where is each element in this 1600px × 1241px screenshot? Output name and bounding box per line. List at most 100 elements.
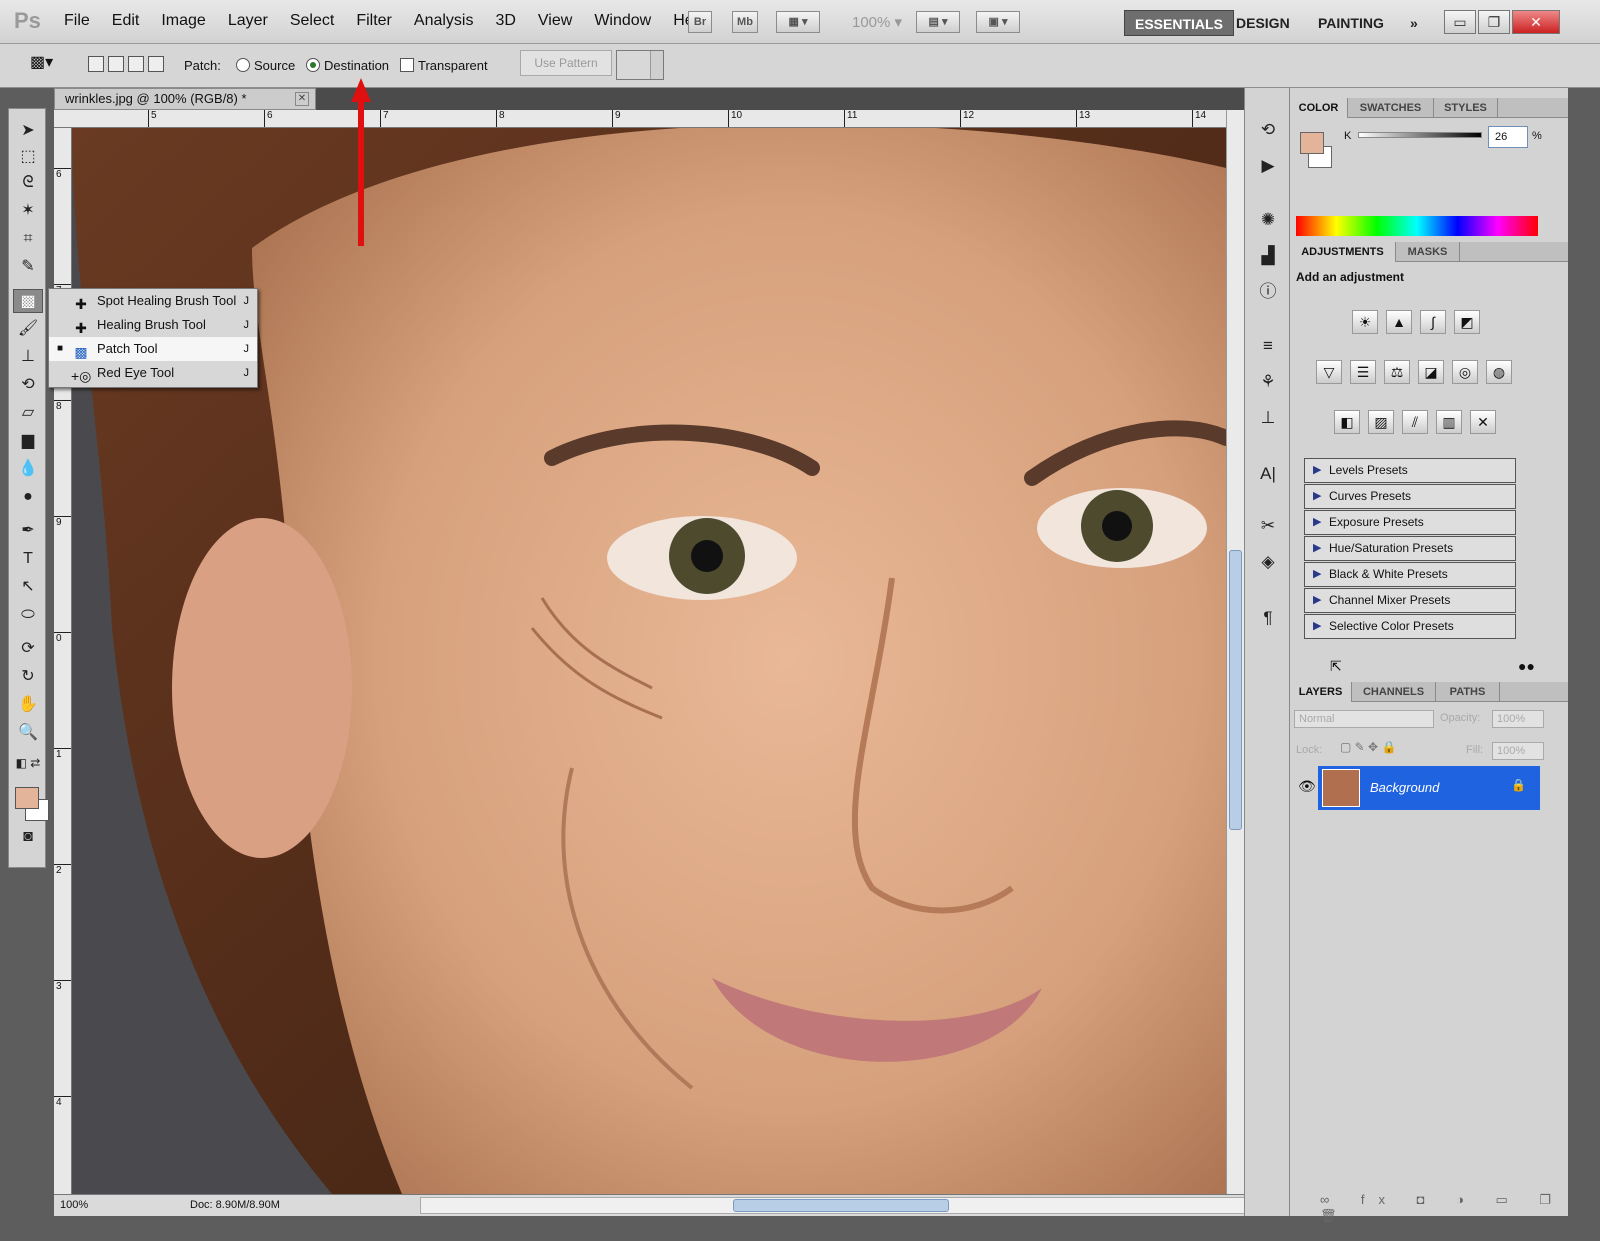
menu-image[interactable]: Image bbox=[161, 12, 205, 30]
info-icon[interactable]: ⓘ bbox=[1255, 280, 1281, 304]
levels-icon[interactable]: ▲ bbox=[1386, 310, 1412, 334]
adjustment-return-icon[interactable]: ⇱ bbox=[1330, 658, 1342, 675]
paragraph-icon[interactable]: ¶ bbox=[1255, 606, 1281, 630]
workspace-essentials[interactable]: ESSENTIALS bbox=[1124, 10, 1234, 36]
selective-color-icon[interactable]: ✕ bbox=[1470, 410, 1496, 434]
scrollbar-thumb[interactable] bbox=[1229, 550, 1242, 830]
menu-select[interactable]: Select bbox=[290, 12, 334, 30]
eye-icon[interactable]: 👁 bbox=[1298, 778, 1316, 795]
brush-tool-icon[interactable]: 🖌 bbox=[13, 317, 43, 341]
crop-tool-icon[interactable]: ⌗ bbox=[13, 227, 43, 251]
patch-tool-icon[interactable]: ▩ bbox=[13, 289, 43, 313]
3d-rotate-tool-icon[interactable]: ⟳ bbox=[13, 637, 43, 661]
path-selection-tool-icon[interactable]: ↖ bbox=[13, 575, 43, 599]
tool-presets-icon[interactable]: ✂ bbox=[1255, 514, 1281, 538]
adjustment-mask-icon[interactable]: ●● bbox=[1518, 658, 1535, 674]
posterize-icon[interactable]: ▨ bbox=[1368, 410, 1394, 434]
color-spectrum[interactable] bbox=[1296, 216, 1538, 236]
navigator-icon[interactable]: ✺ bbox=[1255, 208, 1281, 232]
arrange-documents-button[interactable]: ▤ ▾ bbox=[916, 11, 960, 33]
preset-levels[interactable]: ▶ Levels Presets bbox=[1304, 458, 1516, 483]
workspace-design[interactable]: DESIGN bbox=[1226, 10, 1300, 36]
restore-button[interactable]: ❐ bbox=[1478, 10, 1510, 34]
vertical-scrollbar[interactable] bbox=[1226, 110, 1244, 1194]
menu-layer[interactable]: Layer bbox=[228, 12, 268, 30]
menu-filter[interactable]: Filter bbox=[356, 12, 392, 30]
flyout-item-red-eye[interactable]: +◎ Red Eye Tool J bbox=[49, 361, 257, 385]
document-tab[interactable]: wrinkles.jpg @ 100% (RGB/8) * ✕ bbox=[54, 88, 316, 110]
dodge-tool-icon[interactable]: ● bbox=[13, 485, 43, 509]
quick-selection-tool-icon[interactable]: ✶ bbox=[13, 199, 43, 223]
tab-masks[interactable]: MASKS bbox=[1396, 242, 1460, 262]
fill-input[interactable]: 100% bbox=[1492, 742, 1544, 760]
pen-tool-icon[interactable]: ✒ bbox=[13, 519, 43, 543]
close-tab-icon[interactable]: ✕ bbox=[295, 92, 309, 106]
tab-channels[interactable]: CHANNELS bbox=[1352, 682, 1436, 702]
use-pattern-button[interactable]: Use Pattern bbox=[520, 50, 612, 76]
menu-analysis[interactable]: Analysis bbox=[414, 12, 474, 30]
preset-channel-mixer[interactable]: ▶ Channel Mixer Presets bbox=[1304, 588, 1516, 613]
photo-filter-icon[interactable]: ◎ bbox=[1452, 360, 1478, 384]
flyout-item-patch-tool[interactable]: ■ ▩ Patch Tool J bbox=[49, 337, 257, 361]
new-selection-button[interactable] bbox=[88, 56, 104, 72]
mini-bridge-button[interactable]: Mb bbox=[732, 11, 758, 33]
blend-mode-select[interactable]: Normal bbox=[1294, 710, 1434, 728]
pattern-picker[interactable] bbox=[616, 50, 664, 80]
type-tool-icon[interactable]: T bbox=[13, 547, 43, 571]
close-button[interactable]: ✕ bbox=[1512, 10, 1560, 34]
3d-orbit-tool-icon[interactable]: ↻ bbox=[13, 665, 43, 689]
minimize-button[interactable]: ▭ bbox=[1444, 10, 1476, 34]
bridge-button[interactable]: Br bbox=[688, 11, 712, 33]
destination-radio[interactable] bbox=[306, 58, 320, 72]
layer-footer-icons[interactable]: ∞ fx ◘ ◑ ▭ ❐ 🗑 bbox=[1320, 1192, 1568, 1224]
clone-stamp-tool-icon[interactable]: ⊥ bbox=[13, 345, 43, 369]
lasso-tool-icon[interactable]: ᘓ bbox=[13, 171, 43, 195]
tab-styles[interactable]: STYLES bbox=[1434, 98, 1498, 118]
blur-tool-icon[interactable]: 💧 bbox=[13, 457, 43, 481]
foreground-color-swatch[interactable] bbox=[1300, 132, 1324, 154]
preset-selective-color[interactable]: ▶ Selective Color Presets bbox=[1304, 614, 1516, 639]
character-icon[interactable]: A| bbox=[1255, 462, 1281, 486]
tab-layers[interactable]: LAYERS bbox=[1290, 682, 1352, 702]
menu-file[interactable]: File bbox=[64, 12, 90, 30]
histogram-icon[interactable]: ▟ bbox=[1255, 244, 1281, 268]
k-value-input[interactable]: 26 bbox=[1488, 126, 1528, 148]
brush-presets-icon[interactable]: ≡ bbox=[1255, 334, 1281, 358]
zoom-tool-icon[interactable]: 🔍 bbox=[13, 721, 43, 745]
intersect-selection-button[interactable] bbox=[148, 56, 164, 72]
gradient-tool-icon[interactable]: ▆ bbox=[13, 429, 43, 453]
channel-mixer-icon[interactable]: ◍ bbox=[1486, 360, 1512, 384]
move-tool-icon[interactable]: ➤ bbox=[13, 119, 43, 143]
eraser-tool-icon[interactable]: ▱ bbox=[13, 401, 43, 425]
shape-tool-icon[interactable]: ⬭ bbox=[13, 603, 43, 627]
history-brush-tool-icon[interactable]: ⟲ bbox=[13, 373, 43, 397]
threshold-icon[interactable]: ⫽ bbox=[1402, 410, 1428, 434]
tab-color[interactable]: COLOR bbox=[1290, 98, 1348, 118]
actions-icon[interactable]: ▶ bbox=[1255, 154, 1281, 178]
screen-mode-button[interactable]: ▣ ▾ bbox=[976, 11, 1020, 33]
transparent-checkbox[interactable] bbox=[400, 58, 414, 72]
curves-icon[interactable]: ∫ bbox=[1420, 310, 1446, 334]
menu-3d[interactable]: 3D bbox=[495, 12, 515, 30]
brushes-icon[interactable]: ⚘ bbox=[1255, 370, 1281, 394]
menu-window[interactable]: Window bbox=[594, 12, 651, 30]
hue-saturation-icon[interactable]: ☰ bbox=[1350, 360, 1376, 384]
preset-black-white[interactable]: ▶ Black & White Presets bbox=[1304, 562, 1516, 587]
notes-icon[interactable]: ◈ bbox=[1255, 550, 1281, 574]
marquee-tool-icon[interactable]: ⬚ bbox=[13, 145, 43, 169]
add-selection-button[interactable] bbox=[108, 56, 124, 72]
invert-icon[interactable]: ◧ bbox=[1334, 410, 1360, 434]
brightness-icon[interactable]: ☀ bbox=[1352, 310, 1378, 334]
zoom-level[interactable]: 100% ▾ bbox=[852, 13, 902, 31]
vibrance-icon[interactable]: ▽ bbox=[1316, 360, 1342, 384]
lock-icons[interactable]: ▢ ✎ ✥ 🔒 bbox=[1340, 740, 1396, 754]
tab-adjustments[interactable]: ADJUSTMENTS bbox=[1290, 242, 1396, 262]
tab-paths[interactable]: PATHS bbox=[1436, 682, 1500, 702]
exposure-icon[interactable]: ◩ bbox=[1454, 310, 1480, 334]
clone-source-icon[interactable]: ⊥ bbox=[1255, 406, 1281, 430]
scrollbar-thumb[interactable] bbox=[733, 1199, 949, 1212]
swap-colors-icon[interactable]: ◧ ⇄ bbox=[13, 751, 43, 775]
gradient-map-icon[interactable]: ▥ bbox=[1436, 410, 1462, 434]
history-icon[interactable]: ⟲ bbox=[1255, 118, 1281, 142]
opacity-input[interactable]: 100% bbox=[1492, 710, 1544, 728]
